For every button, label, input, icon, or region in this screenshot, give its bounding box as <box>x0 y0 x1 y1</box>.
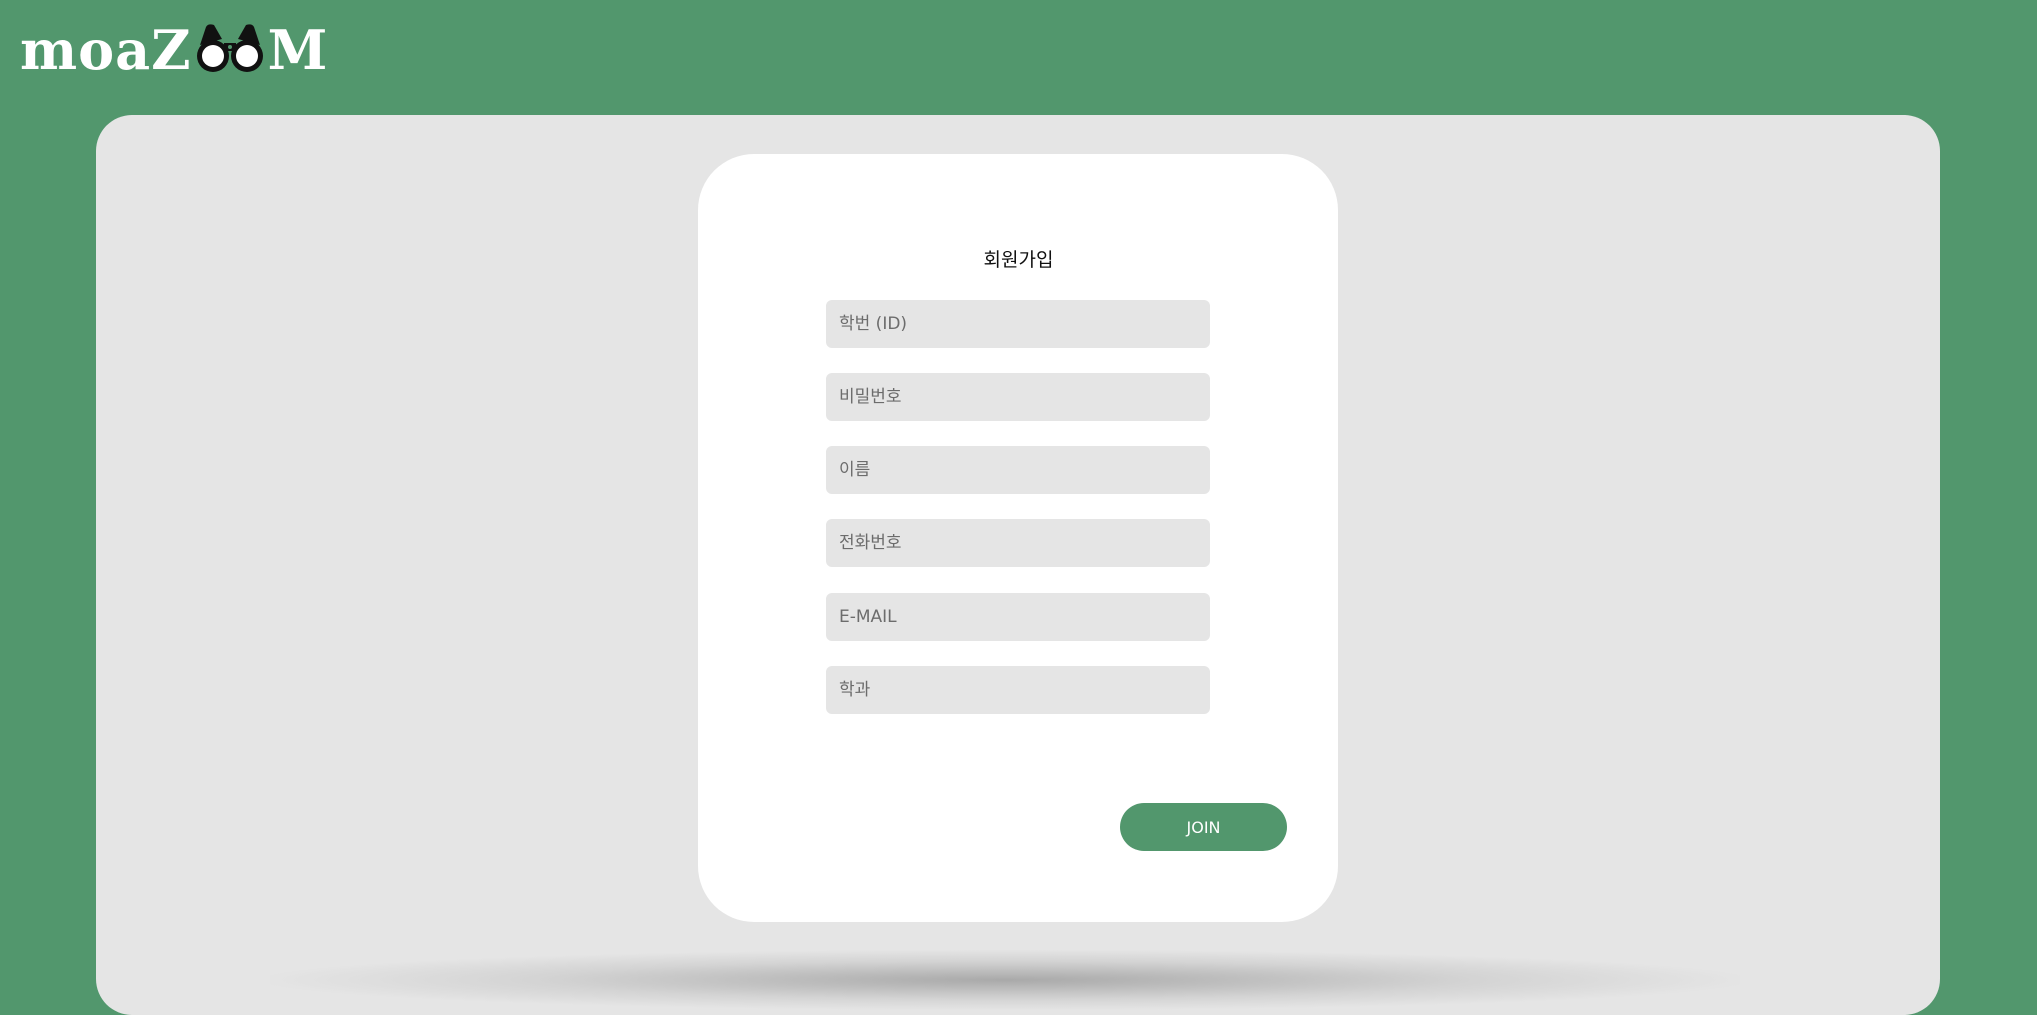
binoculars-icon <box>194 23 266 77</box>
student-id-input[interactable] <box>826 300 1210 348</box>
phone-input[interactable] <box>826 519 1210 567</box>
name-input[interactable] <box>826 446 1210 494</box>
department-input[interactable] <box>826 666 1210 714</box>
email-input[interactable] <box>826 593 1210 641</box>
logo-text-suffix: M <box>267 18 329 82</box>
signup-title: 회원가입 <box>983 249 1054 271</box>
logo-link[interactable]: moaZ M <box>20 22 328 78</box>
join-button[interactable]: JOIN <box>1120 803 1287 851</box>
header: moaZ M <box>0 0 2037 115</box>
logo-text-prefix: moaZ <box>20 18 192 82</box>
password-input[interactable] <box>826 373 1210 421</box>
